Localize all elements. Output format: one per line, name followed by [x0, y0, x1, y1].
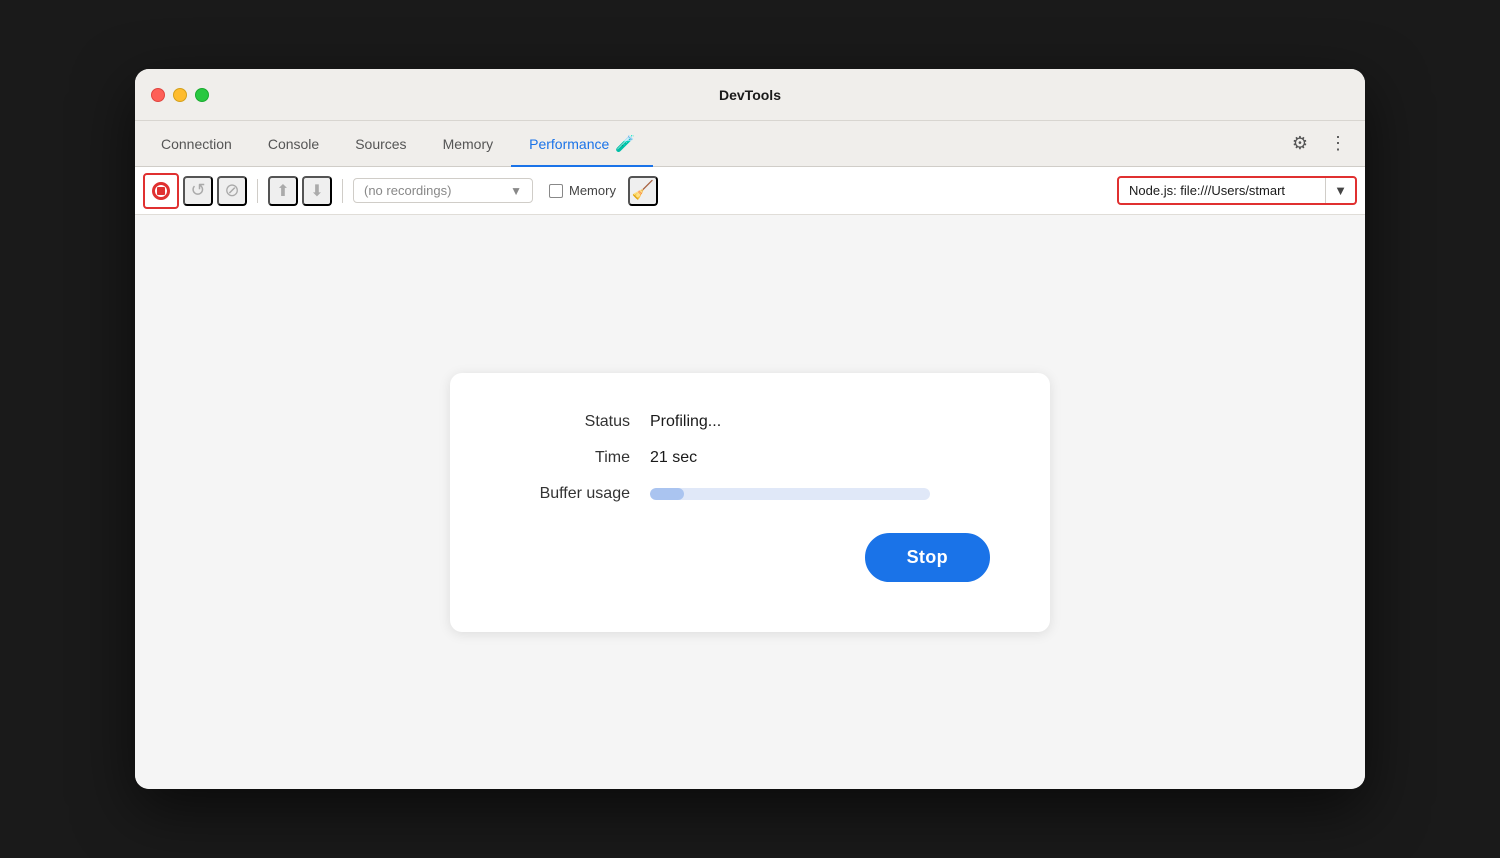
main-content: Status Profiling... Time 21 sec Buffer u…	[135, 215, 1365, 789]
tab-connection[interactable]: Connection	[143, 122, 250, 167]
toolbar-divider-1	[257, 179, 258, 203]
maximize-button[interactable]	[195, 88, 209, 102]
status-row: Status Profiling...	[510, 413, 990, 431]
tabbar-actions: ⚙ ⋮	[1285, 121, 1357, 166]
recordings-chevron-icon: ▼	[510, 184, 522, 198]
node-selector-chevron-icon: ▼	[1325, 178, 1355, 203]
tabbar: Connection Console Sources Memory Perfor…	[135, 121, 1365, 167]
time-row: Time 21 sec	[510, 449, 990, 467]
recordings-text: (no recordings)	[364, 183, 504, 198]
titlebar: DevTools	[135, 69, 1365, 121]
status-card: Status Profiling... Time 21 sec Buffer u…	[450, 373, 1050, 632]
window-title: DevTools	[719, 87, 781, 103]
memory-clear-button[interactable]: 🧹	[628, 176, 658, 206]
time-label: Time	[510, 449, 630, 467]
record-button-wrapper	[143, 173, 179, 209]
memory-label: Memory	[569, 183, 616, 198]
memory-checkbox[interactable]	[549, 184, 563, 198]
status-label: Status	[510, 413, 630, 431]
record-button[interactable]	[147, 177, 175, 205]
upload-button[interactable]: ⬆	[268, 176, 298, 206]
close-button[interactable]	[151, 88, 165, 102]
titlebar-controls	[151, 88, 209, 102]
status-value: Profiling...	[650, 413, 721, 431]
node-selector[interactable]: Node.js: file:///Users/stmart ▼	[1117, 176, 1357, 205]
node-selector-text: Node.js: file:///Users/stmart	[1119, 178, 1325, 203]
stop-button-row: Stop	[510, 533, 990, 582]
time-value: 21 sec	[650, 449, 697, 467]
reload-button[interactable]: ↺	[183, 176, 213, 206]
recordings-select[interactable]: (no recordings) ▼	[353, 178, 533, 203]
record-circle-icon	[152, 182, 170, 200]
tab-sources[interactable]: Sources	[337, 122, 424, 167]
memory-checkbox-group: Memory	[549, 183, 616, 198]
buffer-bar-background	[650, 488, 930, 500]
tab-memory[interactable]: Memory	[425, 122, 512, 167]
stop-button[interactable]: Stop	[865, 533, 990, 582]
tab-performance[interactable]: Performance 🧪	[511, 122, 653, 167]
buffer-bar-fill	[650, 488, 684, 500]
settings-button[interactable]: ⚙	[1285, 129, 1315, 159]
buffer-row: Buffer usage	[510, 485, 990, 503]
tab-console[interactable]: Console	[250, 122, 337, 167]
download-button[interactable]: ⬇	[302, 176, 332, 206]
record-square-icon	[157, 187, 165, 195]
buffer-label: Buffer usage	[510, 485, 630, 503]
flask-icon: 🧪	[615, 134, 635, 154]
clear-button[interactable]: ⊘	[217, 176, 247, 206]
devtools-window: DevTools Connection Console Sources Memo…	[135, 69, 1365, 789]
toolbar-divider-2	[342, 179, 343, 203]
toolbar: ↺ ⊘ ⬆ ⬇ (no recordings) ▼ Memory 🧹 Node.…	[135, 167, 1365, 215]
minimize-button[interactable]	[173, 88, 187, 102]
more-button[interactable]: ⋮	[1323, 129, 1353, 159]
